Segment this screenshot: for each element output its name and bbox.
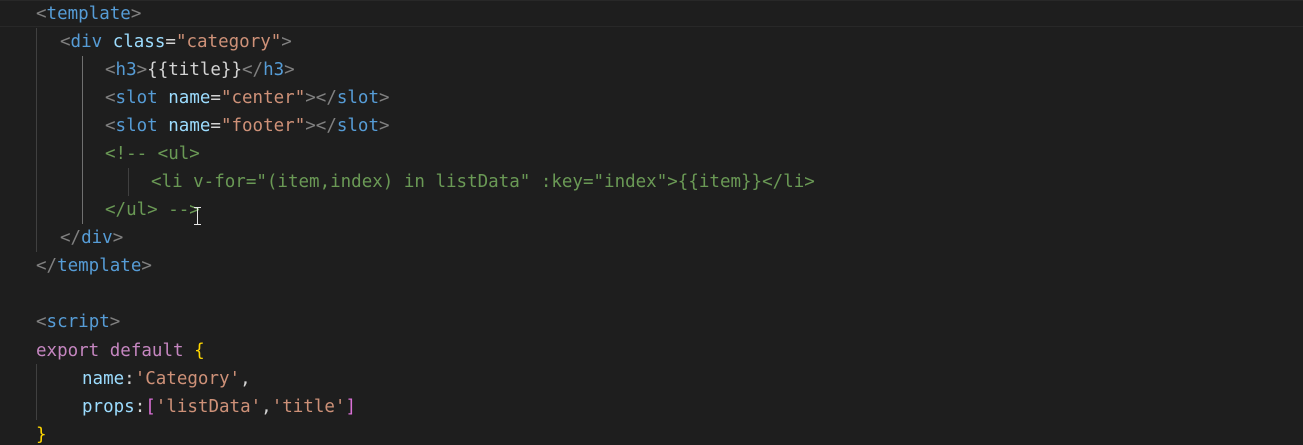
- code-line-7[interactable]: <li v-for="(item,index) in listData" :ke…: [151, 168, 815, 196]
- bracket-open: [: [145, 397, 156, 417]
- bracket: >: [379, 88, 390, 108]
- code-line-10[interactable]: </template>: [36, 252, 152, 280]
- bracket: </: [36, 256, 58, 276]
- colon: :: [134, 397, 146, 417]
- tag-name: template: [57, 256, 142, 276]
- equals: =: [210, 88, 221, 108]
- code-line-5[interactable]: <slot name="footer"></slot>: [105, 112, 390, 140]
- code-line-4[interactable]: <slot name="center"></slot>: [105, 84, 390, 112]
- bracket: ></: [305, 116, 337, 136]
- mustache: {{title}}: [147, 60, 242, 80]
- bracket: >: [130, 4, 142, 24]
- code-line-3[interactable]: <h3>{{title}}</h3>: [105, 56, 295, 84]
- property-name: name: [82, 369, 125, 389]
- code-line-12[interactable]: <script>: [36, 308, 120, 336]
- comma: ,: [240, 369, 251, 389]
- bracket: <: [36, 4, 47, 24]
- code-line-9[interactable]: </div>: [60, 224, 123, 252]
- bracket-close: ]: [345, 397, 356, 417]
- code-line-13[interactable]: export default {: [36, 337, 205, 365]
- bracket: >: [136, 60, 148, 80]
- code-line-14[interactable]: name:'Category',: [82, 365, 251, 393]
- tag-name: div: [81, 228, 113, 248]
- comment: <!-- <ul>: [105, 144, 200, 164]
- tag-name: h3: [263, 60, 285, 80]
- code-line-1[interactable]: <template>: [36, 0, 141, 28]
- attr-value: "footer": [220, 116, 306, 136]
- bracket: <: [105, 88, 116, 108]
- code-line-6[interactable]: <!-- <ul>: [105, 140, 200, 168]
- tag-name: div: [70, 32, 103, 52]
- colon: :: [124, 369, 135, 389]
- tag-name: slot: [336, 116, 380, 136]
- attr-name: name: [168, 116, 211, 136]
- equals: =: [210, 116, 221, 136]
- text-cursor-icon: [193, 207, 202, 225]
- tag-name: template: [46, 4, 131, 24]
- current-line-highlight: [0, 0, 1303, 27]
- string: 'listData': [155, 397, 262, 417]
- comment: </ul> -->: [105, 200, 200, 220]
- bracket: </: [60, 228, 82, 248]
- indent-guide-active: [82, 56, 83, 224]
- property-name: props: [82, 397, 135, 417]
- brace-open: {: [194, 341, 205, 361]
- bracket: <: [105, 116, 116, 136]
- tag-name: h3: [115, 60, 137, 80]
- bracket: </: [242, 60, 264, 80]
- code-editor[interactable]: <template> <div class="category"> <h3>{{…: [0, 0, 1303, 445]
- string: 'title': [271, 397, 346, 417]
- indent-guide: [36, 28, 37, 252]
- tag-name: slot: [336, 88, 380, 108]
- code-line-15[interactable]: props:['listData','title']: [82, 393, 356, 421]
- tag-name: script: [46, 312, 110, 332]
- bracket: >: [284, 60, 295, 80]
- keyword: default: [109, 341, 184, 361]
- bracket: <: [105, 60, 116, 80]
- attr-value: "center": [220, 88, 306, 108]
- indent-guide: [36, 364, 37, 420]
- bracket: >: [281, 32, 292, 52]
- keyword: export: [36, 341, 100, 361]
- comma: ,: [261, 397, 272, 417]
- comment: <li v-for="(item,index) in listData" :ke…: [151, 172, 815, 192]
- bracket: ></: [305, 88, 337, 108]
- string: 'Category': [134, 369, 241, 389]
- tag-name: slot: [115, 116, 158, 136]
- bracket: <: [36, 312, 47, 332]
- brace-close: }: [36, 425, 47, 445]
- bracket: >: [112, 228, 124, 248]
- bracket: >: [379, 116, 390, 136]
- attr-value: "category": [175, 32, 282, 52]
- code-line-16[interactable]: }: [36, 421, 47, 445]
- code-line-2[interactable]: <div class="category">: [60, 28, 292, 56]
- indent-guide: [128, 168, 129, 196]
- bracket: <: [60, 32, 71, 52]
- bracket: >: [141, 256, 152, 276]
- attr-name: name: [168, 88, 211, 108]
- bracket: >: [109, 312, 121, 332]
- attr-name: class: [112, 32, 166, 52]
- code-line-8[interactable]: </ul> -->: [105, 196, 200, 224]
- equals: =: [165, 32, 176, 52]
- tag-name: slot: [115, 88, 158, 108]
